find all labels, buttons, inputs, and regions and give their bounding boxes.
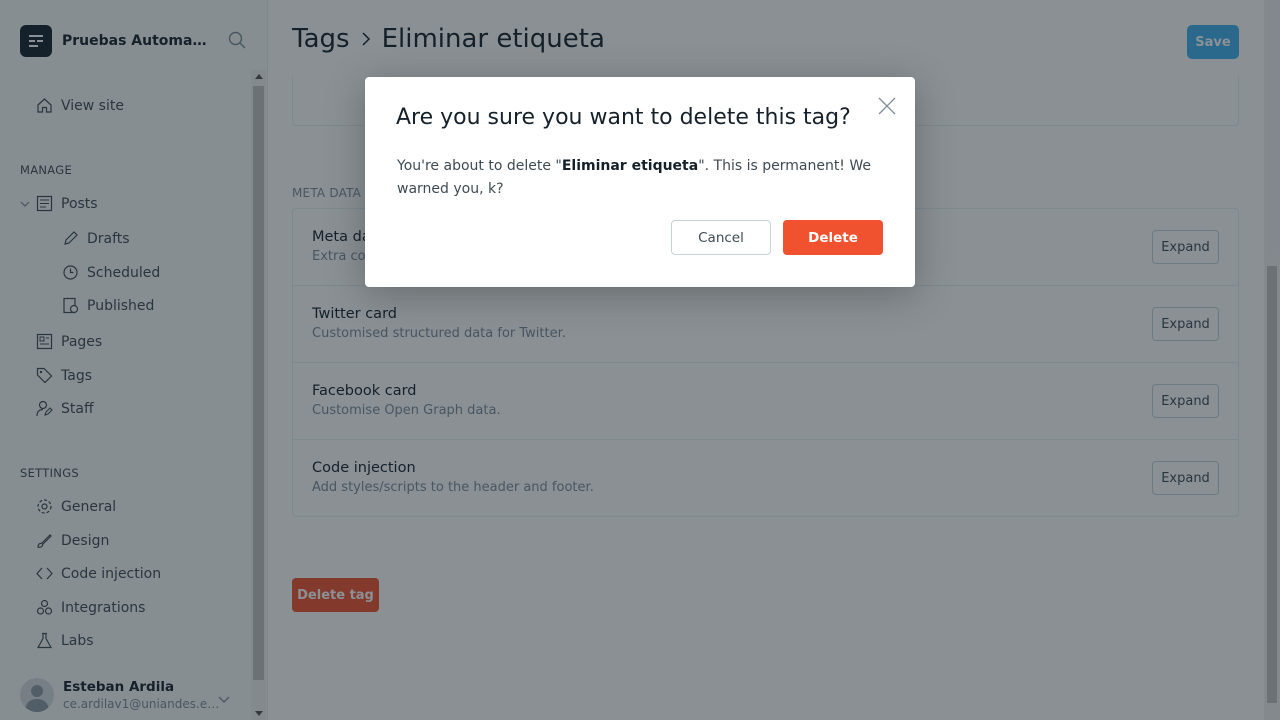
modal-title: Are you sure you want to delete this tag…: [396, 105, 851, 130]
close-icon[interactable]: [877, 96, 897, 116]
modal-body-prefix: You're about to delete ": [397, 158, 562, 174]
cancel-button[interactable]: Cancel: [671, 220, 771, 255]
modal-body: You're about to delete "Eliminar etiquet…: [397, 155, 887, 201]
delete-tag-modal: Are you sure you want to delete this tag…: [365, 77, 915, 287]
delete-button[interactable]: Delete: [783, 220, 883, 255]
modal-tag-name: Eliminar etiqueta: [561, 158, 699, 174]
